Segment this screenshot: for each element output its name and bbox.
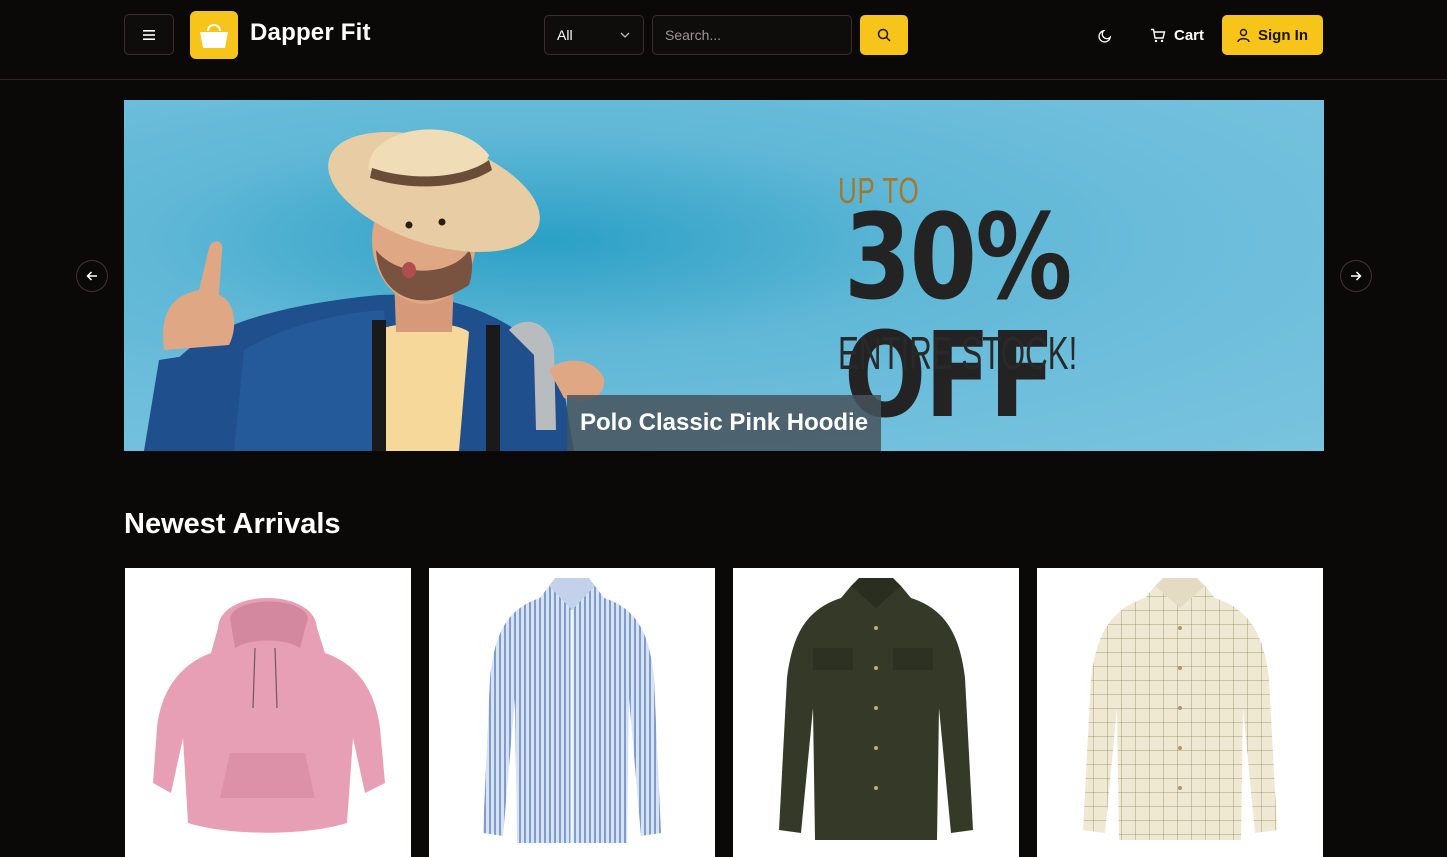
user-icon <box>1237 28 1250 42</box>
cream-check-shirt-image <box>1083 578 1277 840</box>
arrow-left-icon <box>86 271 97 281</box>
menu-icon <box>143 29 155 40</box>
sign-in-label: Sign In <box>1258 26 1308 44</box>
promo-subline: ENTIRE STOCK! <box>838 327 1078 379</box>
search-icon <box>877 28 891 42</box>
category-select[interactable]: All <box>544 15 644 55</box>
promo-headline: 30% OFF <box>844 188 1072 444</box>
menu-button[interactable] <box>124 14 174 55</box>
chevron-down-icon <box>620 32 630 38</box>
logo[interactable] <box>190 11 238 59</box>
carousel-prev-button[interactable] <box>76 260 108 292</box>
arrow-right-icon <box>1351 271 1362 281</box>
product-card[interactable] <box>125 568 411 857</box>
sign-in-button[interactable]: Sign In <box>1222 15 1323 55</box>
search-button[interactable] <box>860 15 908 55</box>
pink-hoodie-image <box>153 598 385 833</box>
product-card[interactable] <box>429 568 715 857</box>
cart-icon <box>1151 28 1166 42</box>
olive-green-shirt-image <box>779 578 973 840</box>
carousel-caption[interactable]: Polo Classic Pink Hoodie <box>567 395 882 451</box>
top-navbar: Dapper Fit All Cart Sign In <box>0 0 1447 80</box>
hero-banner[interactable]: UP TO 30% OFF ENTIRE STOCK! Polo Classic… <box>124 100 1324 451</box>
cart-label: Cart <box>1174 26 1205 44</box>
cart-button[interactable]: Cart <box>1140 15 1214 55</box>
moon-icon <box>1097 29 1111 43</box>
carousel-next-button[interactable] <box>1340 260 1372 292</box>
section-title: Newest Arrivals <box>124 508 341 540</box>
brand-name[interactable]: Dapper Fit <box>250 19 371 47</box>
category-select-value: All <box>557 27 573 43</box>
product-card[interactable] <box>733 568 1019 857</box>
shopping-bag-icon <box>200 24 228 48</box>
blue-striped-shirt-image <box>483 578 661 843</box>
product-card[interactable] <box>1037 568 1323 857</box>
theme-toggle-button[interactable] <box>1090 20 1120 50</box>
search-input[interactable] <box>652 15 852 55</box>
